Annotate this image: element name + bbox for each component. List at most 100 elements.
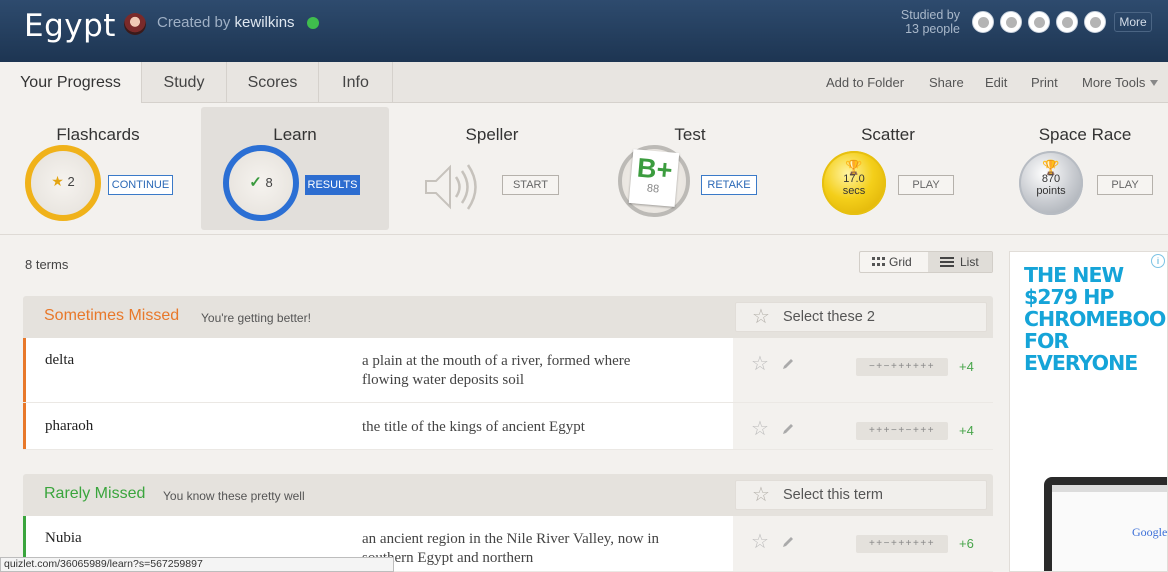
star-term-icon[interactable]: ☆ — [751, 351, 769, 376]
more-tools-dropdown[interactable]: More Tools — [1082, 62, 1159, 103]
list-icon — [940, 257, 954, 267]
mode-title: Learn — [273, 125, 317, 144]
mode-space-race[interactable]: Space Race 🏆 870 points PLAY — [991, 107, 1168, 230]
space-race-play-button[interactable]: PLAY — [1097, 175, 1153, 195]
test-grade-card: B+ 88 — [628, 149, 680, 207]
advertisement[interactable]: i THE NEW $279 HP CHROMEBOOK FOR EVERYON… — [1009, 251, 1168, 572]
star-outline-icon: ☆ — [752, 306, 770, 328]
group-name: Rarely Missed — [44, 485, 146, 502]
answer-history: +++−+−+++ — [856, 422, 948, 440]
studier-avatar[interactable] — [1028, 11, 1050, 33]
studier-avatar[interactable] — [1056, 11, 1078, 33]
tab-info[interactable]: Info — [319, 62, 393, 103]
continue-button[interactable]: CONTINUE — [108, 175, 173, 195]
studied-by-count[interactable]: 13 people — [880, 22, 960, 36]
term-row: pharaoh the title of the kings of ancien… — [23, 403, 993, 450]
more-studiers-button[interactable]: More — [1114, 12, 1152, 32]
grid-view-button[interactable]: Grid — [860, 252, 928, 272]
term-score: +4 — [959, 423, 974, 438]
checkmark-icon: ✓ — [249, 174, 262, 191]
studied-by: Studied by 13 people — [880, 8, 960, 36]
set-title: Egypt — [24, 8, 116, 44]
select-group-button[interactable]: ☆ Select these 2 — [735, 302, 987, 332]
mode-test[interactable]: Test B+ 88 RETAKE — [596, 107, 784, 230]
mode-title: Scatter — [861, 125, 915, 144]
more-tools-label: More Tools — [1082, 75, 1146, 90]
space-race-unit: points — [1036, 185, 1066, 197]
term-word: pharaoh — [45, 418, 94, 434]
mode-speller[interactable]: Speller START — [398, 107, 586, 230]
studier-avatar[interactable] — [1000, 11, 1022, 33]
term-word: delta — [45, 352, 75, 368]
group-hint: You know these pretty well — [163, 489, 305, 503]
study-modes: Flashcards ★ 2 CONTINUE Learn ✓ 8 RESULT… — [0, 103, 1168, 235]
answer-history: ++−++++++ — [856, 535, 948, 553]
group-header-rarely-missed: Rarely Missed You know these pretty well… — [23, 474, 993, 516]
list-label: List — [960, 255, 979, 269]
set-nav: Your Progress Study Scores Info Add to F… — [0, 62, 1168, 103]
laptop-image: Google — [1044, 477, 1168, 571]
term-score: +4 — [959, 359, 974, 374]
print-link[interactable]: Print — [1031, 62, 1058, 103]
trophy-icon: 🏆 — [1042, 159, 1060, 175]
term-word: Nubia — [45, 530, 82, 546]
scatter-time: 17.0 — [843, 173, 865, 185]
grid-icon — [872, 257, 885, 266]
status-bar-url: quizlet.com/36065989/learn?s=567259897 — [0, 557, 394, 572]
created-by: Created by kewilkins — [157, 14, 295, 31]
trophy-icon: 🏆 — [845, 159, 863, 175]
learn-count: 8 — [265, 175, 273, 190]
learn-progress-ring: ✓ 8 — [223, 145, 299, 221]
ad-headline: THE NEW $279 HP CHROMEBOOK FOR EVERYONE — [1024, 263, 1168, 375]
term-definition: a plain at the mouth of a river, formed … — [362, 353, 631, 388]
studier-avatar[interactable] — [972, 11, 994, 33]
results-button[interactable]: RESULTS — [305, 175, 360, 195]
space-race-score: 870 — [1041, 173, 1061, 185]
group-hint: You're getting better! — [201, 311, 311, 325]
mode-scatter[interactable]: Scatter 🏆 17.0 secs PLAY — [794, 107, 982, 230]
scatter-medal: 🏆 17.0 secs — [822, 151, 886, 215]
select-group-button[interactable]: ☆ Select this term — [735, 480, 987, 510]
pencil-icon[interactable] — [781, 535, 795, 549]
tab-your-progress[interactable]: Your Progress — [0, 62, 142, 103]
scatter-play-button[interactable]: PLAY — [898, 175, 954, 195]
ad-google-text: Google — [1132, 525, 1168, 539]
speaker-icon — [425, 164, 477, 210]
test-grade: B+ — [635, 152, 674, 186]
select-label: Select these 2 — [783, 309, 875, 325]
tab-study[interactable]: Study — [142, 62, 227, 103]
flashcards-progress-ring: ★ 2 — [25, 145, 101, 221]
select-label: Select this term — [783, 487, 883, 503]
star-term-icon[interactable]: ☆ — [751, 416, 769, 441]
mode-title: Flashcards — [56, 125, 140, 144]
space-race-medal: 🏆 870 points — [1019, 151, 1083, 215]
edit-link[interactable]: Edit — [985, 62, 1007, 103]
pencil-icon[interactable] — [781, 422, 795, 436]
share-link[interactable]: Share — [929, 62, 964, 103]
term-definition: an ancient region in the Nile River Vall… — [362, 531, 660, 566]
flashcards-count: 2 — [67, 174, 75, 189]
mode-title: Space Race — [1038, 125, 1132, 144]
star-term-icon[interactable]: ☆ — [751, 529, 769, 554]
site-header: Egypt Created by kewilkins Studied by 13… — [0, 0, 1168, 62]
mode-learn[interactable]: Learn ✓ 8 RESULTS — [201, 107, 389, 230]
pencil-icon[interactable] — [781, 357, 795, 371]
term-row: delta a plain at the mouth of a river, f… — [23, 338, 993, 403]
creator-link[interactable]: kewilkins — [235, 14, 295, 31]
created-prefix: Created by — [157, 14, 231, 31]
chevron-down-icon — [1150, 80, 1159, 86]
mode-flashcards[interactable]: Flashcards ★ 2 CONTINUE — [4, 107, 192, 230]
tab-scores[interactable]: Scores — [227, 62, 319, 103]
list-view-button[interactable]: List — [928, 252, 992, 272]
retake-button[interactable]: RETAKE — [701, 175, 757, 195]
term-definition: the title of the kings of ancient Egypt — [362, 419, 585, 435]
add-to-folder-link[interactable]: Add to Folder — [826, 62, 904, 103]
studier-avatar[interactable] — [1084, 11, 1106, 33]
group-header-sometimes-missed: Sometimes Missed You're getting better! … — [23, 296, 993, 338]
answer-history: −+−++++++ — [856, 358, 948, 376]
star-icon: ★ — [51, 173, 64, 189]
creator-avatar[interactable] — [124, 13, 146, 35]
terms-count: 8 terms — [25, 257, 69, 272]
view-toggle: Grid List — [859, 251, 993, 273]
start-button[interactable]: START — [502, 175, 559, 195]
